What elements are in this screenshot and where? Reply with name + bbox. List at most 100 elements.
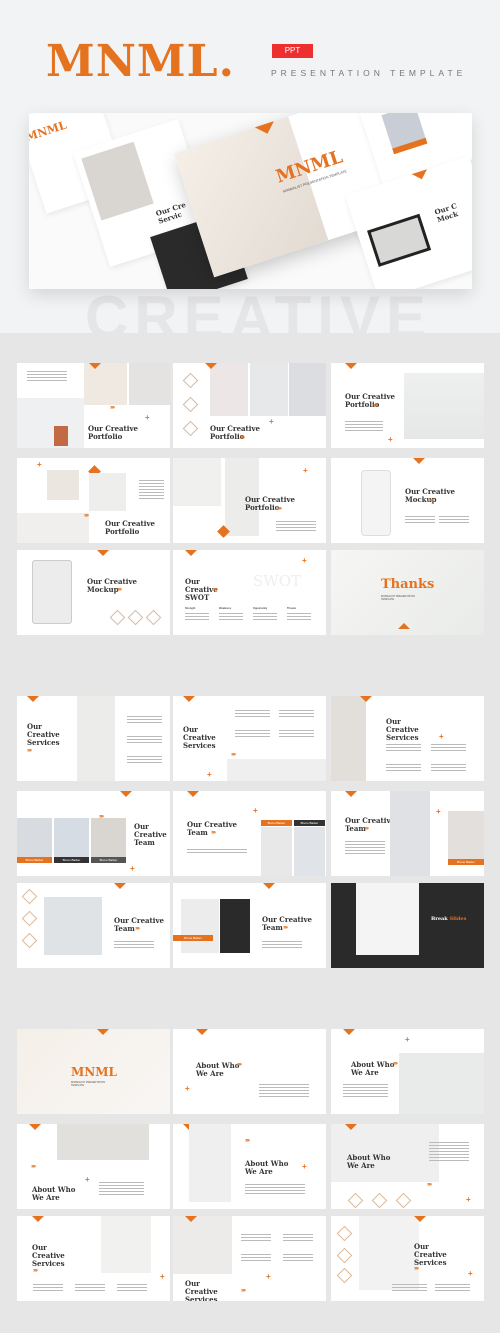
tablet-mockup (32, 560, 72, 624)
slide-services-3[interactable]: Our Creative Services + (331, 696, 484, 781)
chevrons-icon: ›››› (414, 1266, 419, 1272)
slide-portfolio-3[interactable]: Our Creative Portfolio ›››› + (331, 363, 484, 448)
service-item (283, 1234, 313, 1242)
slide-title: About Who We Are (347, 1153, 391, 1170)
showcase-collage: MNML Our Cre Servic MNML MINIMALIST PRES… (29, 113, 472, 289)
slide-services-6[interactable]: Our Creative Services ›››› + (331, 1216, 484, 1301)
service-item (241, 1254, 271, 1262)
member-name: Bruno Barker (294, 820, 325, 826)
slide-title: About Who We Are (32, 1185, 76, 1202)
service-item (127, 756, 162, 764)
slide-title: Our Creative Portfolio (105, 519, 155, 536)
grass-wall-photo (189, 1124, 231, 1202)
plus-icon: + (436, 807, 441, 816)
orange-triangle-icon (183, 696, 195, 702)
orange-triangle-icon (114, 883, 126, 889)
text-block (99, 1182, 144, 1196)
chevrons-icon: ›››› (364, 826, 369, 832)
vase-photo (89, 473, 126, 511)
slide-break[interactable]: Break Slides (331, 883, 484, 968)
stairs-photo (227, 759, 326, 781)
break-title-word: Break (431, 916, 448, 922)
diamond-icon (21, 910, 38, 927)
slide-title: Our Creative Services (32, 1243, 65, 1268)
laptop-photo (250, 363, 288, 416)
slide-about-4[interactable]: ›››› About Who We Are + (173, 1124, 326, 1209)
slide-portfolio-2[interactable]: Our Creative Portfolio ›››› + (173, 363, 326, 448)
showcase-left-title: MNML (29, 118, 69, 144)
slide-team-4[interactable]: Our Creative Team ›››› (17, 883, 170, 968)
slide-about-2[interactable]: + About Who We Are ›››› (331, 1029, 484, 1114)
orange-triangle-icon (97, 1029, 109, 1035)
text-block (185, 613, 209, 620)
member-name: Bruno Barker (448, 859, 484, 865)
plus-icon: + (302, 556, 307, 565)
tree-photo (289, 363, 326, 416)
swot-threats: Threats (287, 607, 297, 610)
break-title: Break Slides (431, 916, 466, 922)
slide-about-1[interactable]: About Who We Are ›››› + (173, 1029, 326, 1114)
pattern-photo (356, 883, 419, 955)
chevrons-icon: ›››› (393, 1061, 398, 1067)
slide-about-3[interactable]: ›››› + About Who We Are (17, 1124, 170, 1209)
pot-shape (54, 426, 68, 446)
bicycle-photo (404, 373, 484, 439)
service-item (386, 764, 421, 772)
orange-triangle-icon (29, 1124, 41, 1130)
slide-team-1[interactable]: ›››› Bruno Barker Bruno Barker Bruno Bar… (17, 791, 170, 876)
text-block (139, 480, 164, 500)
slide-about-5[interactable]: About Who We Are ›››› + (331, 1124, 484, 1209)
text-block (343, 1084, 388, 1098)
slide-services-2[interactable]: Our Creative Services ›››› + (173, 696, 326, 781)
shelf-photo (129, 363, 170, 405)
slide-cover[interactable]: MNML MINIMALIST PRESENTATION TEMPLATE (17, 1029, 170, 1114)
slide-services-1[interactable]: Our Creative Services ›››› + (17, 696, 170, 781)
slide-thanks[interactable]: Thanks MINIMALIST PRESENTATION TEMPLATE (331, 550, 484, 635)
person-photo (173, 458, 221, 506)
slide-title: About Who We Are (351, 1060, 395, 1077)
chevrons-icon: ›››› (237, 1062, 242, 1068)
service-item (235, 710, 270, 718)
desk-photo (210, 363, 248, 416)
plant-photo (17, 398, 84, 448)
sweater-photo (331, 696, 366, 781)
hand-photo (47, 470, 79, 500)
slide-title: Our Creative Team (134, 822, 167, 847)
slide-mockup-1[interactable]: Our Creative Mockup ›››› (331, 458, 484, 543)
slide-portfolio-1[interactable]: ›››› Our Creative Portfolio + (17, 363, 170, 448)
plus-icon: + (160, 1272, 165, 1281)
member-name: Bruno Barker (54, 857, 89, 863)
product-subtitle: PRESENTATION TEMPLATE (271, 68, 467, 78)
slide-services-4[interactable]: Our Creative Services ›››› + (17, 1216, 170, 1301)
chevrons-icon: ›››› (427, 1182, 432, 1188)
member-name: Bruno Barker (91, 857, 126, 863)
diamond-icon (336, 1267, 353, 1284)
slide-portfolio-4[interactable]: + ›››› Our Creative Portfolio (17, 458, 170, 543)
service-item (117, 1284, 147, 1291)
chevrons-icon: ›››› (211, 830, 216, 836)
text-block (262, 941, 302, 949)
plus-icon: + (37, 460, 42, 469)
chevrons-icon: ›››› (31, 1164, 36, 1170)
cover-title: MNML (71, 1065, 117, 1079)
plus-icon: + (439, 732, 444, 741)
slide-team-2[interactable]: + Our Creative Team ›››› Bruno Barker Br… (173, 791, 326, 876)
slide-team-5[interactable]: Bruno Barker Our Creative Team ›››› (173, 883, 326, 968)
orange-triangle-icon (345, 363, 357, 369)
service-item (435, 1284, 470, 1291)
dark-icon-panel (220, 899, 250, 953)
plant-photo (101, 1216, 151, 1273)
plus-icon: + (405, 1035, 410, 1044)
diamond-icon (127, 609, 144, 626)
diamond-icon (145, 609, 162, 626)
chevrons-icon: ›››› (135, 926, 140, 932)
team-member-photo (91, 818, 126, 858)
slide-services-5[interactable]: + Our Creative Services ›››› (173, 1216, 326, 1301)
chevrons-icon: ›››› (213, 587, 218, 593)
orange-triangle-icon (185, 550, 197, 556)
slide-mockup-2[interactable]: Our Creative Mockup ›››› (17, 550, 170, 635)
plant-hand-photo (173, 1216, 232, 1274)
slide-portfolio-5[interactable]: Our Creative Portfolio ›››› + (173, 458, 326, 543)
slide-swot[interactable]: SWOT Our Creative SWOT ›››› + Strength W… (173, 550, 326, 635)
slide-team-3[interactable]: Our Creative Team ›››› + Bruno Barker (331, 791, 484, 876)
